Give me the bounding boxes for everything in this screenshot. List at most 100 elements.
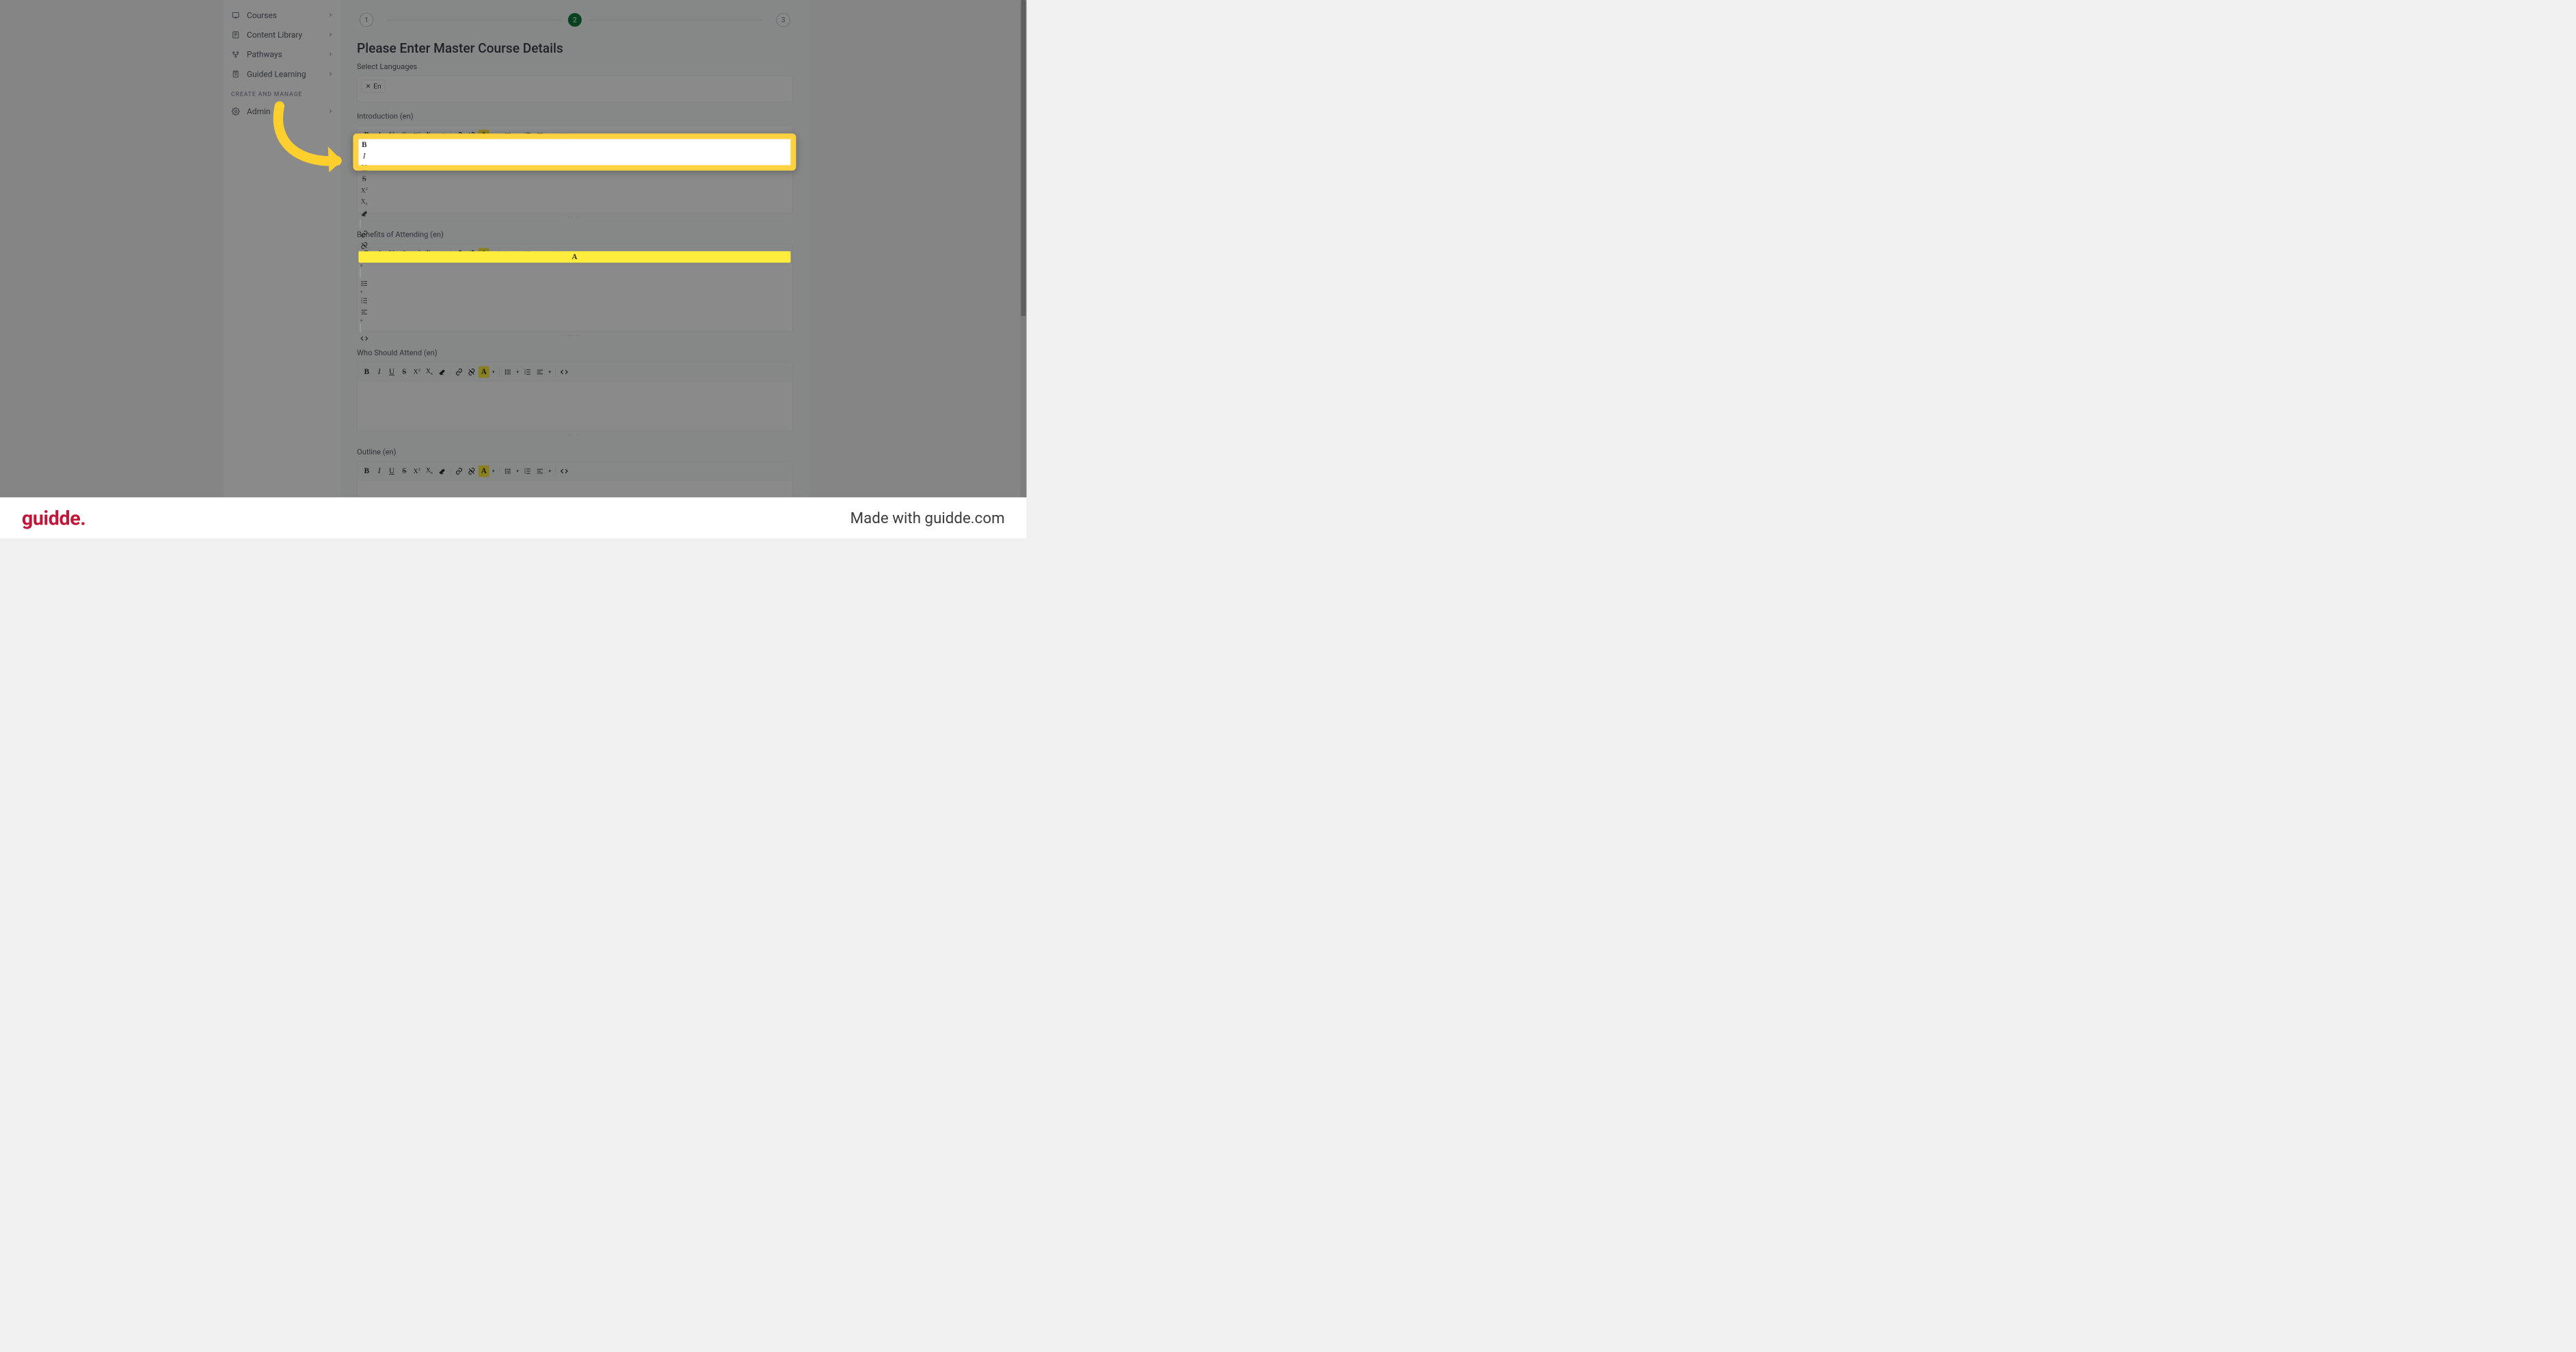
close-icon[interactable]: ✕: [366, 83, 371, 90]
caret-down-icon[interactable]: ▾: [490, 369, 496, 375]
toolbar-strike-button[interactable]: S: [399, 366, 410, 377]
step-connector: [387, 20, 561, 21]
toolbar-italic-button[interactable]: I: [373, 366, 385, 377]
editor-block-introduction: Introduction (en) BIUSX2XxA▾▾123▾ ⋯⋯: [357, 111, 793, 220]
step-connector: [589, 20, 763, 21]
step-1[interactable]: 1: [360, 13, 373, 27]
caret-down-icon[interactable]: ▾: [358, 289, 364, 295]
toolbar-ul-button[interactable]: [502, 366, 513, 377]
toolbar-link-button[interactable]: [453, 366, 465, 377]
toolbar-ol-button[interactable]: 123: [358, 295, 370, 306]
toolbar-ol-button[interactable]: 123: [522, 366, 533, 377]
field-label: Introduction (en): [357, 111, 793, 120]
sidebar-item-courses[interactable]: Courses: [224, 5, 340, 25]
toolbar-bold-button[interactable]: B: [361, 366, 373, 377]
toolbar-underline-button[interactable]: U: [386, 366, 398, 377]
sidebar-item-admin[interactable]: Admin: [224, 102, 340, 122]
toolbar-underline-button[interactable]: U: [358, 162, 370, 174]
language-chip-en[interactable]: ✕ En: [362, 80, 386, 93]
sidebar-item-content-library[interactable]: Content Library: [224, 25, 340, 45]
toolbar-italic-button[interactable]: I: [358, 150, 370, 162]
caret-down-icon[interactable]: ▾: [547, 369, 553, 375]
field-label: Outline (en): [357, 447, 793, 456]
toolbar-subscript-button[interactable]: Xx: [424, 366, 435, 377]
editor-body[interactable]: [357, 481, 792, 497]
toolbar-subscript-button[interactable]: Xx: [358, 196, 370, 208]
field-label: Select Languages: [357, 62, 793, 70]
sidebar-item-guided-learning[interactable]: Guided Learning: [224, 64, 340, 84]
toolbar-code-view-button[interactable]: [358, 333, 370, 345]
toolbar-clear-format-button[interactable]: [436, 465, 448, 477]
toolbar-highlight-color-button[interactable]: A: [358, 251, 790, 263]
main-content: 1 2 3 Please Enter Master Course Details…: [340, 0, 809, 497]
svg-text:3: 3: [524, 372, 526, 375]
caret-down-icon[interactable]: ▾: [547, 468, 553, 474]
toolbar-bold-button[interactable]: B: [361, 465, 373, 477]
toolbar-strike-button[interactable]: S: [358, 173, 370, 185]
toolbar-superscript-button[interactable]: X2: [411, 366, 422, 377]
toolbar-link-button[interactable]: [453, 465, 465, 477]
languages-input[interactable]: ✕ En: [357, 76, 793, 102]
editor-block-benefits: Benefits of Attending (en)BIUSX2XxA▾▾123…: [357, 230, 793, 339]
step-circle: 1: [360, 13, 373, 27]
resize-handle[interactable]: ⋯⋯: [357, 432, 793, 438]
toolbar-highlight-color-button[interactable]: A: [479, 465, 489, 477]
chevron-right-icon: [327, 10, 333, 20]
page-title: Please Enter Master Course Details: [357, 40, 793, 56]
toolbar-ul-button[interactable]: [358, 278, 370, 289]
toolbar-link-button[interactable]: [358, 228, 370, 240]
toolbar-code-view-button[interactable]: [559, 366, 570, 377]
toolbar-bold-button[interactable]: B: [358, 139, 370, 150]
editor-block-who: Who Should Attend (en)BIUSX2XxA▾▾123▾⋯⋯: [357, 348, 793, 438]
step-2[interactable]: 2: [568, 13, 582, 27]
resize-handle[interactable]: ⋯⋯: [357, 215, 793, 220]
editor-body[interactable]: [357, 382, 792, 431]
caret-down-icon[interactable]: ▾: [358, 263, 364, 268]
toolbar-italic-button[interactable]: I: [373, 465, 385, 477]
caret-down-icon[interactable]: ▾: [490, 468, 496, 474]
toolbar-clear-format-button[interactable]: [436, 366, 448, 377]
toolbar-superscript-button[interactable]: X2: [358, 185, 370, 196]
resize-handle[interactable]: ⋯⋯: [357, 333, 793, 339]
caret-down-icon[interactable]: ▾: [547, 133, 553, 138]
editor-body[interactable]: [357, 263, 792, 332]
toolbar-unlink-button[interactable]: [466, 465, 477, 477]
highlight-fill: BIUSX2XxA▾▾123▾: [358, 139, 790, 165]
step-circle: 2: [568, 13, 582, 27]
chip-label: En: [373, 82, 381, 90]
svg-text:3: 3: [524, 136, 526, 139]
caret-down-icon[interactable]: ▾: [358, 318, 364, 323]
rich-text-editor: BIUSX2XxA▾▾123▾: [357, 462, 793, 498]
toolbar-align-button[interactable]: [534, 465, 546, 477]
toolbar-strike-button[interactable]: S: [399, 465, 410, 477]
sidebar-item-label: Guided Learning: [247, 69, 327, 79]
caret-down-icon[interactable]: ▾: [490, 133, 496, 138]
toolbar-unlink-button[interactable]: [358, 240, 370, 252]
sidebar-section-header: CREATE AND MANAGE: [224, 84, 340, 102]
sidebar-item-pathways[interactable]: Pathways: [224, 44, 340, 64]
chevron-right-icon: [327, 107, 333, 116]
sidebar-item-label: Courses: [247, 10, 327, 20]
toolbar-subscript-button[interactable]: Xx: [424, 465, 435, 477]
courses-icon: [231, 11, 241, 21]
toolbar-highlight-color-button[interactable]: A: [479, 366, 489, 377]
toolbar-ul-button[interactable]: [502, 465, 513, 477]
toolbar-underline-button[interactable]: U: [386, 465, 398, 477]
toolbar-clear-format-button[interactable]: [358, 208, 370, 220]
toolbar-unlink-button[interactable]: [466, 366, 477, 377]
step-circle: 3: [777, 13, 790, 27]
toolbar-align-button[interactable]: [358, 306, 370, 318]
editor-toolbar: BIUSX2XxA▾▾123▾: [358, 139, 790, 165]
caret-down-icon[interactable]: ▾: [515, 133, 521, 138]
caret-down-icon[interactable]: ▾: [515, 468, 521, 474]
step-3[interactable]: 3: [777, 13, 790, 27]
gear-icon: [231, 107, 241, 116]
vertical-scrollbar[interactable]: [1020, 0, 1026, 497]
toolbar-align-button[interactable]: [534, 366, 546, 377]
svg-text:3: 3: [361, 301, 362, 304]
toolbar-ol-button[interactable]: 123: [522, 465, 533, 477]
scrollbar-thumb[interactable]: [1021, 0, 1026, 316]
toolbar-superscript-button[interactable]: X2: [411, 465, 422, 477]
caret-down-icon[interactable]: ▾: [515, 369, 521, 375]
toolbar-code-view-button[interactable]: [559, 465, 570, 477]
